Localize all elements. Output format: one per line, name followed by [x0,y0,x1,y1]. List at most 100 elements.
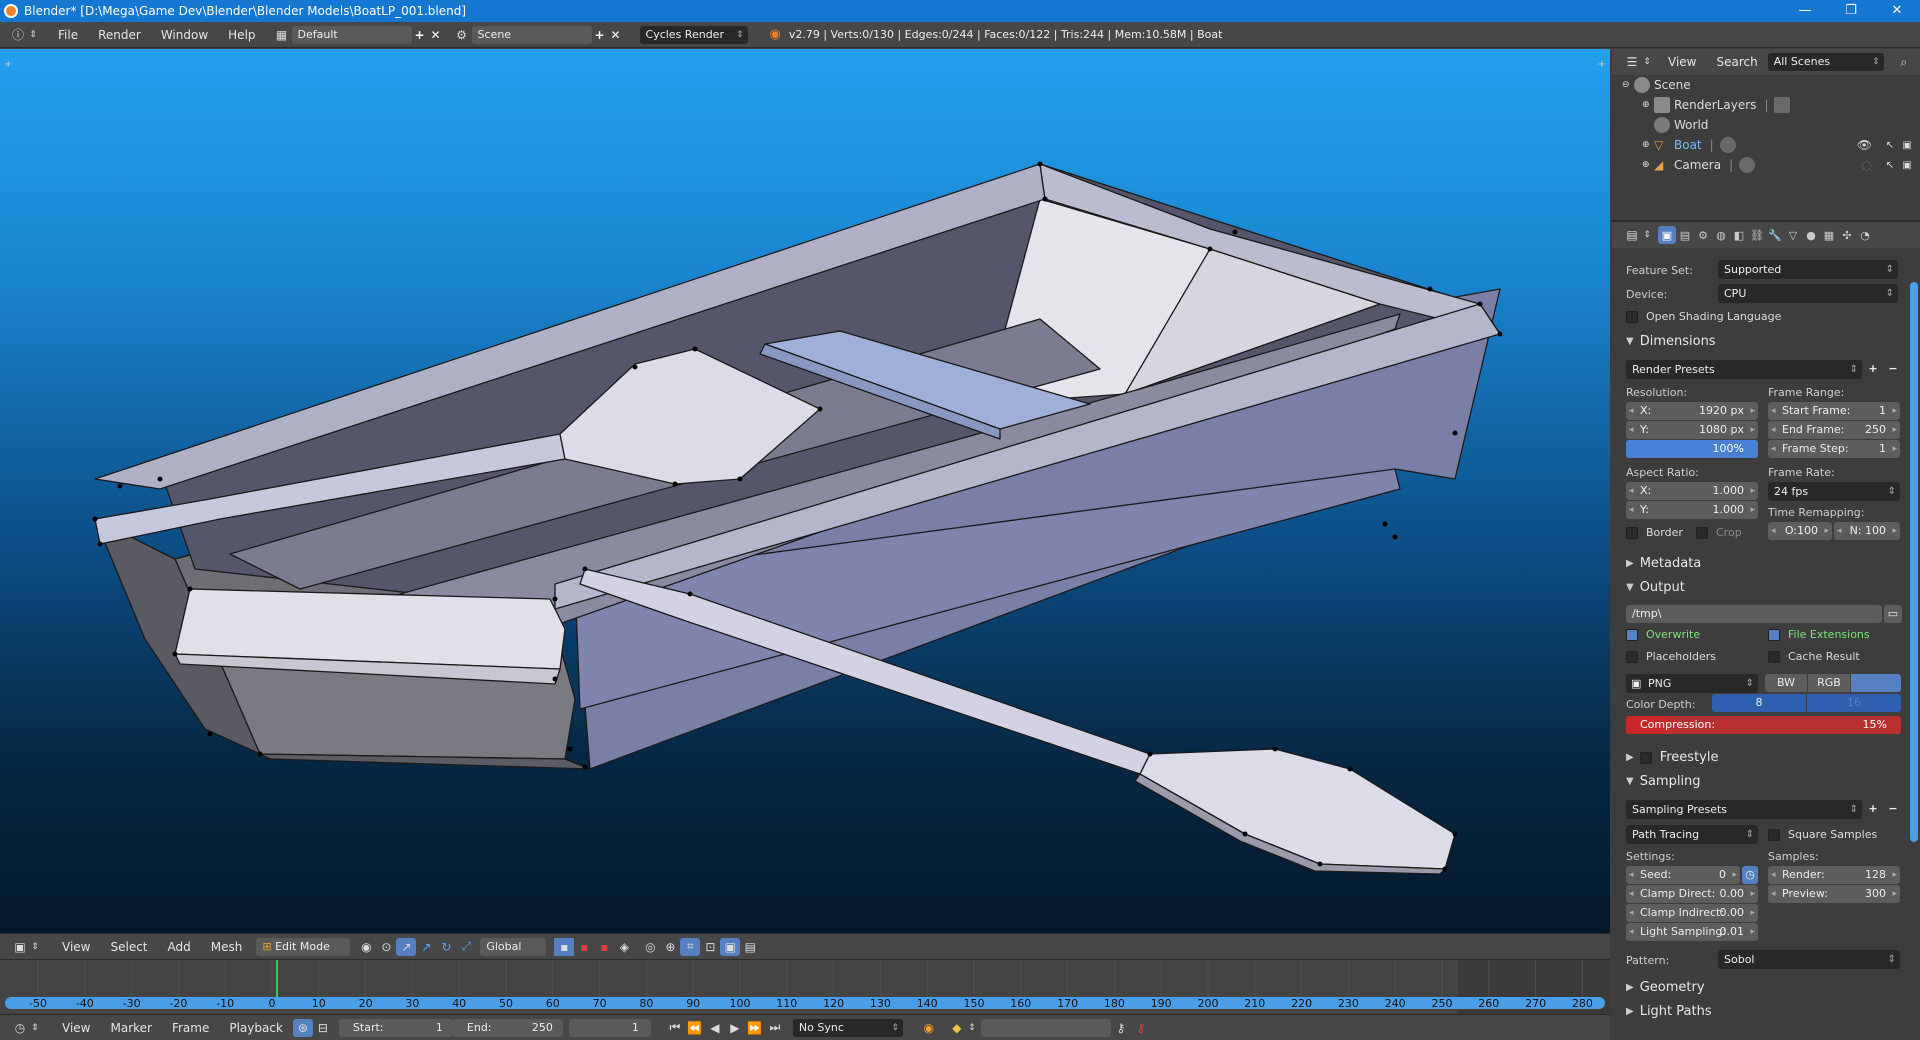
editor-type-arrow-icon[interactable]: ⇕ [28,26,38,44]
resolution-percent-slider[interactable]: 100% [1626,440,1758,458]
feature-set-dropdown[interactable]: Supported [1718,260,1898,279]
menu-view-timeline[interactable]: View [52,1021,100,1035]
keying-set-icon[interactable]: ◆ [947,1019,967,1037]
3d-view-editor-icon[interactable]: ▣ [10,938,30,956]
constraints-tab-icon[interactable]: ⛓ [1748,226,1766,244]
manipulator-icon[interactable]: ↗ [396,937,417,956]
info-editor-type-icon[interactable]: ⓘ [8,26,28,44]
edge-select-icon[interactable]: ▪ [574,938,594,956]
preview-samples-field[interactable]: Preview: 300 [1768,885,1900,903]
add-scene-button[interactable]: + [592,26,608,44]
menu-marker[interactable]: Marker [100,1021,161,1035]
expand-icon[interactable]: ⊕ [1642,100,1654,110]
resolution-y-field[interactable]: Y: 1080 px [1626,421,1758,439]
delete-keyframe-icon[interactable]: ⚷ [1131,1019,1151,1037]
outliner-row-world[interactable]: World [1612,115,1920,135]
crop-checkbox[interactable]: Crop [1696,526,1742,539]
resolution-x-field[interactable]: X: 1920 px [1626,402,1758,420]
light-sampling-field[interactable]: Light Sampling:0.01 [1626,923,1758,941]
start-frame-field[interactable]: Start Frame: 1 [1768,402,1900,420]
mesh-data-icon[interactable] [1719,137,1736,153]
remove-preset-button[interactable]: − [1884,360,1902,378]
render-tab-icon[interactable]: ▣ [1658,226,1676,244]
pattern-dropdown[interactable]: Sobol [1718,950,1900,969]
menu-render[interactable]: Render [88,28,151,42]
menu-file[interactable]: File [48,28,88,42]
preview-range-icon[interactable]: ⊛ [292,1018,313,1037]
render-layers-tab-icon[interactable]: ▤ [1676,226,1694,244]
menu-help[interactable]: Help [218,28,265,42]
render-engine-dropdown[interactable]: Cycles Render ⇕ [639,25,748,44]
particles-tab-icon[interactable]: ✣ [1838,226,1856,244]
cache-result-checkbox[interactable]: Cache Result [1768,650,1860,663]
add-sampling-preset-button[interactable]: + [1864,800,1882,818]
screen-layout-icon[interactable]: ▦ [272,26,292,44]
outliner-row-scene[interactable]: ⊖ Scene [1612,75,1920,95]
scale-icon[interactable]: ⤢ [456,938,476,956]
object-tab-icon[interactable]: ◧ [1730,226,1748,244]
expand-icon[interactable]: ⊕ [1642,160,1654,170]
menu-add[interactable]: Add [158,940,201,954]
light-paths-panel-header[interactable]: ▶ Light Paths [1626,1004,1712,1019]
jump-start-icon[interactable]: ⏮ [665,1019,685,1037]
aspect-x-field[interactable]: X: 1.000 [1626,482,1758,500]
auto-keying-icon[interactable]: ◉ [919,1019,939,1037]
renderable-camera-icon[interactable]: ▣ [1903,160,1912,171]
add-screen-button[interactable]: + [412,26,428,44]
selectable-arrow-icon[interactable]: ↖ [1886,160,1894,171]
overwrite-checkbox[interactable]: Overwrite [1626,628,1700,641]
scene-field[interactable]: Scene [471,25,592,44]
scene-icon-header[interactable]: ⚙ [452,26,472,44]
face-select-icon[interactable]: ▪ [594,938,614,956]
file-format-dropdown[interactable]: ▣ PNG [1626,674,1758,693]
material-tab-icon[interactable]: ● [1802,226,1820,244]
editor-type-arrow-icon[interactable]: ⇕ [30,1019,40,1037]
delete-scene-button[interactable]: ✕ [608,26,624,44]
menu-select[interactable]: Select [100,940,157,954]
depth-16-button[interactable]: 16 [1807,694,1901,712]
timeline-scrollbar[interactable] [5,997,1605,1009]
sampling-presets-dropdown[interactable]: Sampling Presets [1626,800,1862,819]
bw-button[interactable]: BW [1765,674,1807,692]
sampling-panel-header[interactable]: ▼ Sampling [1626,774,1701,789]
menu-mesh[interactable]: Mesh [201,940,253,954]
insert-keyframe-icon[interactable]: ⚷ [1111,1019,1131,1037]
renderable-camera-icon[interactable]: ▣ [1903,140,1912,151]
menu-window[interactable]: Window [151,28,218,42]
sync-dropdown[interactable]: No Sync ⇕ [792,1018,903,1037]
clamp-direct-field[interactable]: Clamp Direct:0.00 [1626,885,1758,903]
border-checkbox[interactable]: Border [1626,526,1683,539]
scene-tab-icon[interactable]: ⚙ [1694,226,1712,244]
play-reverse-icon[interactable]: ◀ [705,1019,725,1037]
outliner-row-camera[interactable]: ⊕ ◢ Camera | ◌ ↖ ▣ [1612,155,1920,175]
placeholders-checkbox[interactable]: Placeholders [1626,650,1716,663]
rgb-button[interactable]: RGB [1808,674,1850,692]
timeline-editor[interactable]: -50 -40 -30 -20 -10 0 10 20 30 40 50 60 70 80 90 100 110… [0,959,1610,1015]
delete-screen-button[interactable]: ✕ [428,26,444,44]
properties-content[interactable]: Feature Set: Supported Device: CPU Open … [1612,248,1908,1040]
lock-range-icon[interactable]: ⊟ [313,1019,333,1037]
expand-icon[interactable]: ⊕ [1642,140,1654,150]
folder-browse-icon[interactable]: ▭ [1884,605,1902,623]
remap-old-field[interactable]: O:100 [1768,522,1832,540]
end-frame-field[interactable]: End Frame: 250 [1768,421,1900,439]
viewport-shading-icon[interactable]: ◉ [356,938,376,956]
search-icon[interactable]: ⌕ [1894,53,1914,71]
render-presets-dropdown[interactable]: Render Presets [1626,360,1862,379]
menu-frame[interactable]: Frame [162,1021,219,1035]
outliner-row-boat[interactable]: ⊕ ▽ Boat | 👁 ↖ ▣ [1612,135,1920,155]
collapse-icon[interactable]: ⊖ [1622,80,1634,90]
properties-editor-icon[interactable]: ▤ [1622,226,1642,244]
mode-dropdown[interactable]: ⊞ Edit Mode [256,937,351,956]
metadata-panel-header[interactable]: ▶ Metadata [1626,556,1701,571]
translate-icon[interactable]: ↗ [416,938,436,956]
timeline-editor-icon[interactable]: ◷ [10,1019,30,1037]
remap-new-field[interactable]: N: 100 [1834,522,1900,540]
integrator-dropdown[interactable]: Path Tracing [1626,825,1758,844]
visibility-eye-icon[interactable]: ◌ [1862,158,1872,172]
snap-element-icon[interactable]: ⌗ [680,937,701,956]
menu-playback[interactable]: Playback [219,1021,293,1035]
depth-8-button[interactable]: 8 [1712,694,1806,712]
geometry-panel-header[interactable]: ▶ Geometry [1626,980,1705,995]
outliner-search-menu[interactable]: Search [1706,55,1767,69]
